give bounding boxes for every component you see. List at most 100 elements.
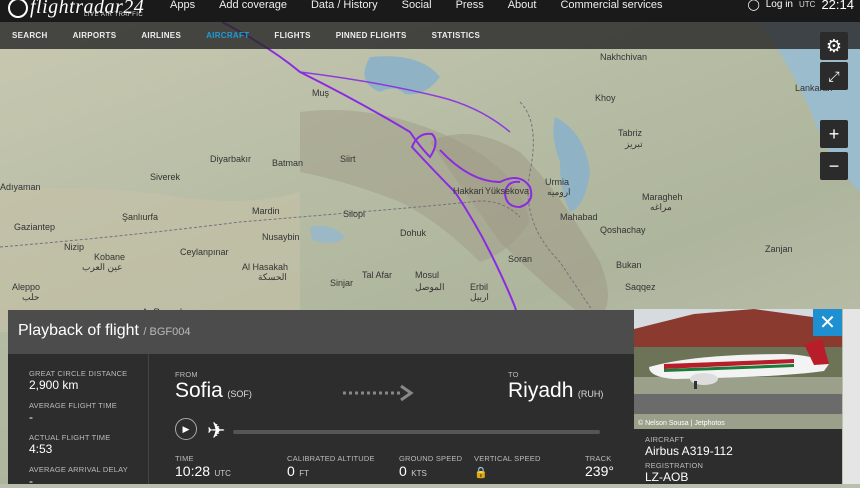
city-label: Sinjar xyxy=(330,278,354,288)
from-label: FROM xyxy=(175,370,198,379)
to-label: TO xyxy=(508,370,519,379)
actual-flight-time-label: ACTUAL FLIGHT TIME xyxy=(29,433,111,442)
aircraft-value: Airbus A319-112 xyxy=(645,444,733,458)
nav-data-history[interactable]: Data / History xyxy=(299,0,390,22)
city-label: Aleppo xyxy=(12,282,41,292)
stat-altitude: CALIBRATED ALTITUDE 0 FT xyxy=(287,454,399,481)
stat-vertical-speed: VERTICAL SPEED 🔒 xyxy=(474,454,585,481)
aircraft-photo-image xyxy=(634,309,842,429)
city-label: Soran xyxy=(508,254,533,264)
fullscreen-icon[interactable]: ⤢ xyxy=(820,62,848,90)
scrollbar[interactable] xyxy=(843,309,860,484)
subnav-airports[interactable]: AIRPORTS xyxy=(73,31,117,40)
city-label: Siirt xyxy=(340,154,356,164)
great-circle-value: 2,900 km xyxy=(29,378,79,392)
logo[interactable]: flightradar24 LIVE AIR TRAFFIC xyxy=(8,0,148,22)
flight-summary: GREAT CIRCLE DISTANCE 2,900 km AVERAGE F… xyxy=(8,354,149,488)
city-label: Erbil xyxy=(470,282,489,292)
city-label: Urmia xyxy=(545,177,569,187)
login-link[interactable]: Log in xyxy=(766,0,793,10)
subnav-search[interactable]: SEARCH xyxy=(12,31,48,40)
city-label: Diyarbakır xyxy=(210,154,252,164)
city-label: Khoy xyxy=(595,93,616,103)
origin-code: (SOF) xyxy=(227,389,252,399)
stat-track-label: TRACK xyxy=(585,454,612,463)
city-label: الحسكة xyxy=(258,272,287,282)
stat-time-value: 10:28 xyxy=(175,463,211,479)
stat-ground-speed: GROUND SPEED 0 KTS xyxy=(399,454,474,481)
nav-commercial-services[interactable]: Commercial services xyxy=(548,0,674,22)
logo-ring-icon xyxy=(8,0,28,18)
city-label: اربيل xyxy=(470,292,489,302)
great-circle-label: GREAT CIRCLE DISTANCE xyxy=(29,369,128,378)
photo-credit[interactable]: © Nelson Sousa | Jetphotos xyxy=(638,420,725,427)
city-label: مراغه xyxy=(650,202,672,212)
top-right: ◯ Log in UTC 22:14 xyxy=(747,0,854,22)
city-label: ارومیه xyxy=(547,187,571,197)
registration-label: REGISTRATION xyxy=(645,461,704,470)
stat-altitude-unit: FT xyxy=(299,469,310,478)
stat-ground-speed-unit: KTS xyxy=(411,469,427,478)
nav-add-coverage[interactable]: Add coverage xyxy=(207,0,299,22)
subnav-airlines[interactable]: AIRLINES xyxy=(141,31,181,40)
flight-number: / BGF004 xyxy=(143,326,191,338)
destination: TO Riyadh (RUH) xyxy=(508,370,603,403)
city-label: Silopi xyxy=(343,209,366,219)
settings-gear-icon[interactable]: ⚙ xyxy=(820,32,848,60)
destination-code: (RUH) xyxy=(577,389,604,399)
city-label: Şanlıurfa xyxy=(122,212,159,222)
avg-arrival-delay-label: AVERAGE ARRIVAL DELAY xyxy=(29,465,128,474)
flight-stats: TIME 10:28 UTC CALIBRATED ALTITUDE 0 FT … xyxy=(175,454,625,481)
city-label: Kobane xyxy=(94,252,126,262)
city-label: Mardin xyxy=(252,206,280,216)
playback-slider[interactable] xyxy=(233,430,600,434)
stat-time: TIME 10:28 UTC xyxy=(175,454,287,481)
stat-ground-speed-label: GROUND SPEED xyxy=(399,454,463,463)
registration-value: LZ-AOB xyxy=(645,470,689,484)
city-label: Dohuk xyxy=(400,228,427,238)
subnav-statistics[interactable]: STATISTICS xyxy=(432,31,480,40)
city-label: Hakkari xyxy=(453,186,484,196)
logo-tagline: LIVE AIR TRAFFIC xyxy=(84,12,144,18)
nav-apps[interactable]: Apps xyxy=(158,0,207,22)
city-label: Saqqez xyxy=(625,282,656,292)
city-label: Nizip xyxy=(64,242,85,252)
main-nav: Apps Add coverage Data / History Social … xyxy=(158,0,675,22)
city-label: Mahabad xyxy=(560,212,598,222)
actual-flight-time-value: 4:53 xyxy=(29,442,53,456)
airplane-icon[interactable]: ✈ xyxy=(207,420,229,444)
nav-press[interactable]: Press xyxy=(444,0,496,22)
aircraft-photo[interactable]: © Nelson Sousa | Jetphotos xyxy=(634,309,842,429)
origin-city: Sofia xyxy=(175,379,223,402)
city-label: Maragheh xyxy=(642,192,683,202)
city-label: Yüksekova xyxy=(485,186,530,196)
origin: FROM Sofia (SOF) xyxy=(175,370,252,403)
nav-social[interactable]: Social xyxy=(390,0,444,22)
lake-mosul xyxy=(310,225,345,243)
subnav-flights[interactable]: FLIGHTS xyxy=(274,31,310,40)
lock-icon: 🔒 xyxy=(474,467,488,479)
zoom-out-button[interactable]: − xyxy=(820,152,848,180)
stat-time-label: TIME xyxy=(175,454,194,463)
stat-time-unit: UTC xyxy=(214,469,231,478)
subnav-pinned-flights[interactable]: PINNED FLIGHTS xyxy=(336,31,407,40)
city-label: Muş xyxy=(312,88,330,98)
route-arrow-icon xyxy=(343,384,415,402)
play-button[interactable]: ▶ xyxy=(175,418,197,440)
zoom-in-button[interactable]: + xyxy=(820,120,848,148)
stat-altitude-label: CALIBRATED ALTITUDE xyxy=(287,454,375,463)
stat-altitude-value: 0 xyxy=(287,463,295,479)
top-bar: flightradar24 LIVE AIR TRAFFIC Apps Add … xyxy=(0,0,860,22)
nav-about[interactable]: About xyxy=(496,0,549,22)
city-label: Batman xyxy=(272,158,304,168)
subnav-aircraft[interactable]: AIRCRAFT xyxy=(206,31,249,40)
city-label: Bukan xyxy=(616,260,642,270)
user-icon[interactable]: ◯ xyxy=(747,0,759,11)
close-icon[interactable]: ✕ xyxy=(813,309,842,336)
city-label: Nusaybin xyxy=(262,232,300,242)
panel-header: Playback of flight / BGF004 xyxy=(8,310,634,354)
aircraft-info: AIRCRAFT Airbus A319-112 REGISTRATION LZ… xyxy=(634,429,842,484)
city-label: Tabriz xyxy=(618,128,643,138)
city-label: تبريز xyxy=(625,139,643,149)
city-label: Siverek xyxy=(150,172,181,182)
